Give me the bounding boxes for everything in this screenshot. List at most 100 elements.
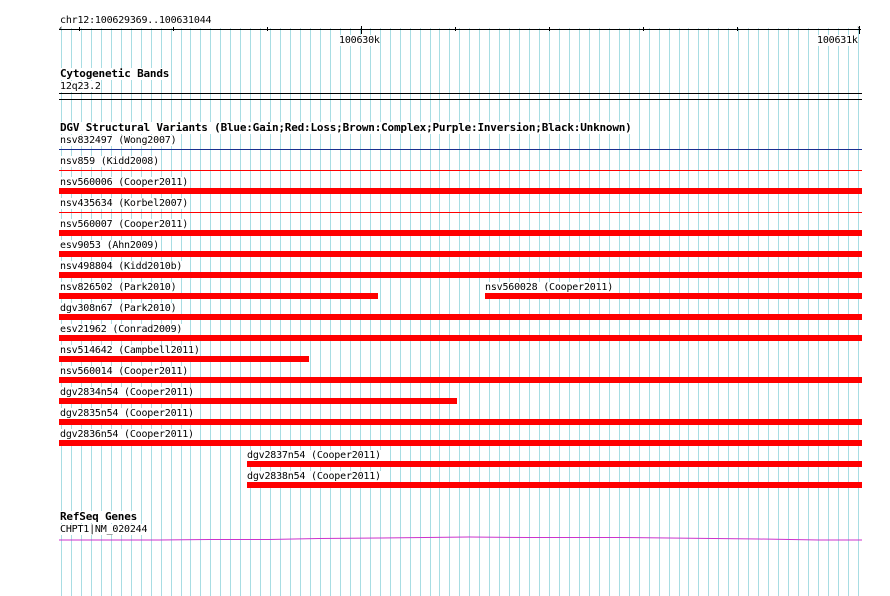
ruler-axis: [59, 29, 861, 30]
cytoband-label[interactable]: 12q23.2: [60, 81, 101, 92]
grid-line: [310, 28, 311, 596]
ruler-tick-label: 100631k: [817, 35, 858, 46]
grid-line: [649, 28, 650, 596]
grid-line: [330, 28, 331, 596]
variant-feature-loss[interactable]: [59, 251, 862, 257]
variant-feature-loss[interactable]: [59, 419, 862, 425]
grid-line: [220, 28, 221, 596]
ruler-minor-tick: [737, 27, 738, 31]
variant-label[interactable]: dgv2838n54 (Cooper2011): [247, 471, 381, 482]
grid-line: [320, 28, 321, 596]
grid-line: [669, 28, 670, 596]
variant-feature-loss[interactable]: [485, 293, 862, 299]
variant-feature-loss[interactable]: [59, 272, 862, 278]
grid-line: [210, 28, 211, 596]
grid-line: [828, 28, 829, 596]
grid-line: [230, 28, 231, 596]
location-label: chr12:100629369..100631044: [60, 15, 212, 26]
gene-label[interactable]: CHPT1|NM_020244: [60, 524, 148, 535]
variant-feature-loss[interactable]: [59, 293, 378, 299]
ruler-left-arrow-icon[interactable]: ‹: [58, 25, 63, 34]
genome-browser-view: chr12:100629369..100631044 ‹ › 100630k 1…: [0, 0, 890, 596]
variant-label[interactable]: dgv308n67 (Park2010): [60, 303, 177, 314]
grid-line: [818, 28, 819, 596]
grid-line: [738, 28, 739, 596]
ruler-minor-tick: [455, 27, 456, 31]
variant-feature-gain[interactable]: [59, 149, 862, 150]
variant-label[interactable]: esv9053 (Ahn2009): [60, 240, 159, 251]
variant-label[interactable]: dgv2837n54 (Cooper2011): [247, 450, 381, 461]
variant-feature-loss[interactable]: [59, 377, 862, 383]
grid-line: [748, 28, 749, 596]
grid-line: [609, 28, 610, 596]
grid-line: [300, 28, 301, 596]
variant-label[interactable]: nsv560028 (Cooper2011): [485, 282, 613, 293]
ruler-right-arrow-icon[interactable]: ›: [856, 25, 861, 34]
grid-line: [589, 28, 590, 596]
variant-feature-loss[interactable]: [247, 461, 862, 467]
grid-line: [400, 28, 401, 596]
variant-label[interactable]: esv21962 (Conrad2009): [60, 324, 182, 335]
variant-label[interactable]: nsv826502 (Park2010): [60, 282, 177, 293]
grid-line: [240, 28, 241, 596]
variant-label[interactable]: nsv498804 (Kidd2010b): [60, 261, 182, 272]
variant-feature-loss[interactable]: [59, 398, 457, 404]
variant-feature-loss[interactable]: [59, 188, 862, 194]
variant-label[interactable]: nsv832497 (Wong2007): [60, 135, 177, 146]
dgv-track-title[interactable]: DGV Structural Variants (Blue:Gain;Red:L…: [60, 122, 632, 134]
grid-line: [390, 28, 391, 596]
variant-label[interactable]: nsv560014 (Cooper2011): [60, 366, 188, 377]
grid-line: [449, 28, 450, 596]
ruler-minor-tick: [267, 27, 268, 31]
cytoband-track-title[interactable]: Cytogenetic Bands: [60, 68, 169, 80]
refseq-track-title[interactable]: RefSeq Genes: [60, 511, 137, 523]
grid-line: [858, 28, 859, 596]
grid-line: [190, 28, 191, 596]
grid-line: [599, 28, 600, 596]
grid-line: [260, 28, 261, 596]
grid-line: [838, 28, 839, 596]
variant-label[interactable]: dgv2836n54 (Cooper2011): [60, 429, 194, 440]
grid-line: [509, 28, 510, 596]
variant-label[interactable]: nsv560007 (Cooper2011): [60, 219, 188, 230]
grid-line: [370, 28, 371, 596]
grid-line: [430, 28, 431, 596]
variant-feature-loss[interactable]: [59, 230, 862, 236]
grid-line: [659, 28, 660, 596]
grid-line: [788, 28, 789, 596]
variant-feature-loss[interactable]: [59, 356, 309, 362]
ruler-tick-label: 100630k: [339, 35, 380, 46]
grid-line: [459, 28, 460, 596]
variant-feature-loss[interactable]: [59, 335, 862, 341]
grid-line: [420, 28, 421, 596]
variant-label[interactable]: nsv514642 (Campbell2011): [60, 345, 200, 356]
grid-line: [200, 28, 201, 596]
gene-model-line[interactable]: [59, 534, 862, 544]
grid-line: [380, 28, 381, 596]
variant-feature-loss[interactable]: [59, 212, 862, 213]
grid-line: [639, 28, 640, 596]
grid-line: [718, 28, 719, 596]
cytoband-line: [59, 93, 862, 94]
grid-line: [479, 28, 480, 596]
grid-line: [708, 28, 709, 596]
variant-feature-loss[interactable]: [59, 314, 862, 320]
grid-line: [758, 28, 759, 596]
grid-line: [270, 28, 271, 596]
variant-label[interactable]: nsv859 (Kidd2008): [60, 156, 159, 167]
grid-line: [290, 28, 291, 596]
grid-line: [350, 28, 351, 596]
grid-line: [679, 28, 680, 596]
variant-label[interactable]: nsv560006 (Cooper2011): [60, 177, 188, 188]
grid-line: [519, 28, 520, 596]
variant-label[interactable]: dgv2834n54 (Cooper2011): [60, 387, 194, 398]
ruler-minor-tick: [643, 27, 644, 31]
variant-feature-loss[interactable]: [59, 440, 862, 446]
variant-feature-loss[interactable]: [247, 482, 862, 488]
grid-line: [808, 28, 809, 596]
variant-label[interactable]: nsv435634 (Korbel2007): [60, 198, 188, 209]
grid-line: [280, 28, 281, 596]
grid-line: [579, 28, 580, 596]
variant-feature-loss[interactable]: [59, 170, 862, 171]
variant-label[interactable]: dgv2835n54 (Cooper2011): [60, 408, 194, 419]
